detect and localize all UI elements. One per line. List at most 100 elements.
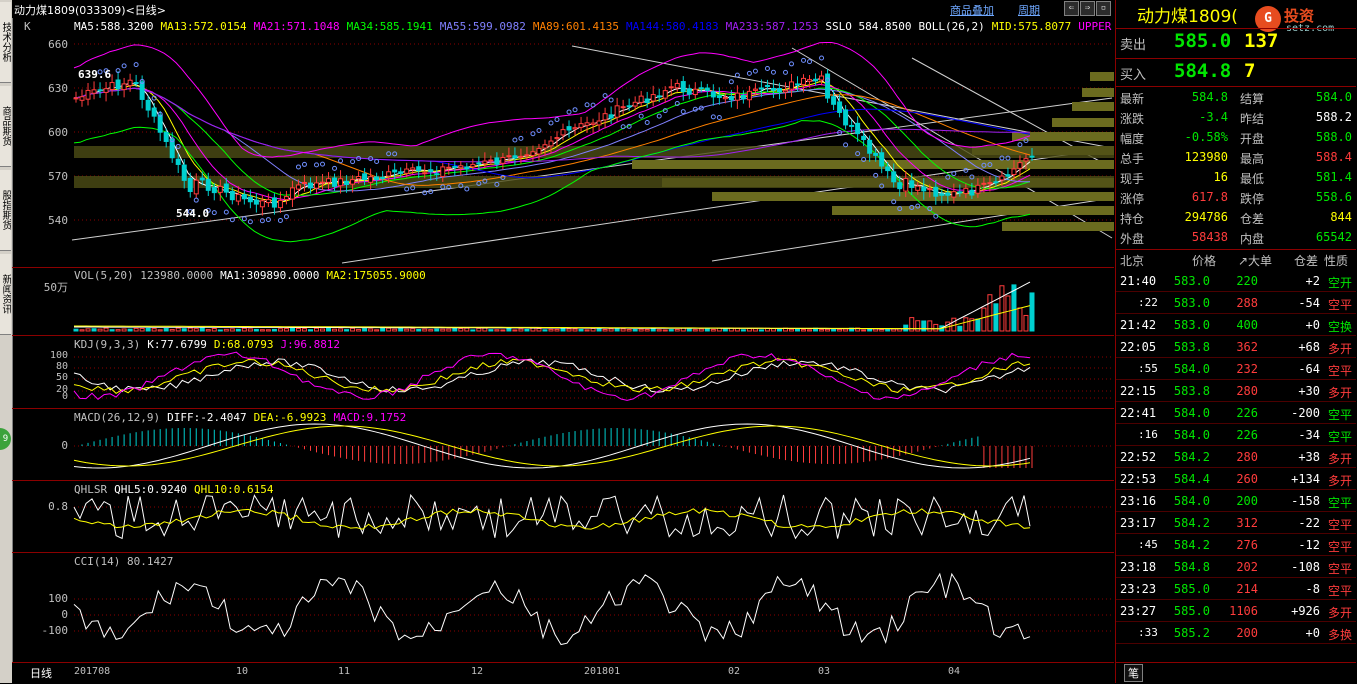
volume-bar [223, 328, 229, 332]
tick-nature: 空平 [1327, 518, 1352, 532]
left-tab-2[interactable]: 股指期货 [0, 170, 11, 251]
candle-body [344, 180, 350, 185]
volume-bar [572, 328, 578, 332]
volume-bar [73, 328, 79, 332]
volume-bar [518, 328, 524, 332]
sar-dot [716, 114, 722, 120]
nav-window-button[interactable]: ▫ [1096, 1, 1111, 16]
tick-row[interactable]: 21:40 583.0 220 +2 空开 [1116, 270, 1356, 292]
legend-item: MA89:601.4135 [532, 20, 619, 33]
candle-body [518, 155, 524, 158]
volume-bar [103, 327, 109, 332]
volume-bar [193, 328, 199, 332]
overlay-link[interactable]: 商品叠加 [950, 2, 994, 18]
tick-volume: 260 [1236, 472, 1258, 486]
candle-body [897, 182, 903, 190]
candle-body [422, 172, 428, 175]
volume-pane[interactable]: VOL(5,20) 123980.0000 MA1:309890.0000 MA2:… [12, 267, 1114, 336]
candle-body [362, 173, 368, 180]
candle-body [530, 151, 536, 156]
sar-dot [259, 218, 265, 224]
sar-dot [554, 117, 560, 123]
candle-body [217, 185, 223, 193]
left-tab-0[interactable]: 技术分析 [0, 2, 11, 83]
sar-dot [770, 69, 776, 75]
left-tab-1[interactable]: 商品期货 [0, 86, 11, 167]
tick-volume: 226 [1236, 428, 1258, 442]
stat-label: 幅度 [1120, 132, 1145, 146]
volume-bar [229, 328, 235, 332]
axis-mode-label[interactable]: 日线 [30, 665, 52, 681]
sar-dot [644, 120, 650, 126]
cci-pane[interactable]: CCI(14) 80.1427 100 0 -100 [12, 553, 1114, 661]
tick-nature: 空平 [1327, 298, 1352, 312]
stat-value: 844 [1330, 210, 1352, 224]
tick-tab[interactable]: 笔 [1124, 664, 1143, 682]
candle-body [115, 79, 121, 90]
left-tab-3[interactable]: 新闻资讯 [0, 254, 11, 335]
legend-item: CCI(14) 80.1427 [74, 555, 174, 568]
tick-row[interactable]: 23:18 584.8 202 -108 空平 [1116, 556, 1356, 578]
tick-oi-change: +0 [1305, 318, 1320, 332]
candle-body [482, 160, 488, 165]
x-tick: 10 [236, 666, 249, 677]
tick-row[interactable]: 21:42 583.0 400 +0 空换 [1116, 314, 1356, 336]
price-pane[interactable]: K MA5:588.3200 MA13:572.0154 MA21:571.1048… [12, 18, 1114, 268]
tick-row[interactable]: :45 584.2 276 -12 空平 [1116, 534, 1356, 556]
volume-bar [801, 329, 807, 332]
tick-row[interactable]: 22:05 583.8 362 +68 多开 [1116, 336, 1356, 358]
tick-row[interactable]: :33 585.2 200 +0 多换 [1116, 622, 1356, 644]
legend-item: MACD(26,12,9) [74, 411, 161, 424]
legend-item: VOL(5,20) 123980.0000 [74, 269, 214, 282]
kdj-pane[interactable]: KDJ(9,3,3) K:77.6799 D:68.0793 J:96.8812 10… [12, 336, 1114, 409]
tick-row[interactable]: :16 584.0 226 -34 空平 [1116, 424, 1356, 446]
tick-price: 585.0 [1173, 582, 1210, 596]
nav-prev-button[interactable]: ⇐ [1064, 1, 1079, 16]
qhlsr-pane[interactable]: QHLSR QHL5:0.9240 QHL10:0.6154 0.8 [12, 481, 1114, 553]
candle-body [963, 187, 969, 195]
tick-row[interactable]: 22:53 584.4 260 +134 多开 [1116, 468, 1356, 490]
candle-body [73, 97, 79, 100]
macd-pane[interactable]: MACD(26,12,9) DIFF:-2.4047 DEA:-6.9923 MACD… [12, 409, 1114, 481]
stat-label: 结算 [1240, 92, 1265, 106]
volume-bar [981, 307, 987, 332]
candle-body [620, 106, 626, 109]
tick-row[interactable]: 22:15 583.8 280 +30 多开 [1116, 380, 1356, 402]
tick-row[interactable]: 23:27 585.0 1106 +926 多开 [1116, 600, 1356, 622]
volume-bar [79, 329, 85, 332]
tick-time: 22:15 [1120, 384, 1157, 398]
tick-row[interactable]: 23:23 585.0 214 -8 空平 [1116, 578, 1356, 600]
x-tick: 12 [471, 666, 484, 677]
period-link[interactable]: 周期 [1018, 2, 1040, 18]
tick-row[interactable]: 23:17 584.2 312 -22 空平 [1116, 512, 1356, 534]
stat-row: 现手 16 最低 581.4 [1116, 168, 1356, 188]
candle-body [524, 154, 530, 157]
candle-body [289, 187, 295, 200]
candle-body [320, 181, 326, 184]
tick-price: 583.0 [1173, 318, 1210, 332]
stat-label: 昨结 [1240, 112, 1265, 126]
quote-title: 动力煤1809( [1137, 7, 1238, 27]
candle-body [133, 82, 139, 85]
volume-bar [987, 294, 993, 332]
tick-price: 583.0 [1173, 274, 1210, 288]
stat-label: 仓差 [1240, 212, 1265, 226]
tick-row[interactable]: :22 583.0 288 -54 空平 [1116, 292, 1356, 314]
tick-row[interactable]: 23:16 584.0 200 -158 空平 [1116, 490, 1356, 512]
candle-body [692, 88, 698, 96]
tick-row[interactable]: 22:41 584.0 226 -200 空平 [1116, 402, 1356, 424]
tick-row[interactable]: 22:52 584.2 280 +38 多开 [1116, 446, 1356, 468]
nav-next-button[interactable]: ⇒ [1080, 1, 1095, 16]
volume-bar [199, 327, 205, 332]
tick-header-volume: ↗大单 [1238, 254, 1273, 268]
legend-item: UPPER [1078, 20, 1112, 33]
cci-legend: CCI(14) 80.1427 [74, 555, 180, 568]
tick-row[interactable]: :55 584.0 232 -64 空平 [1116, 358, 1356, 380]
volume-bar [831, 329, 837, 332]
candle-body [193, 179, 199, 195]
tick-price: 584.0 [1173, 362, 1210, 376]
volume-bar [921, 320, 927, 332]
candle-body [584, 122, 590, 126]
volume-bar [1023, 314, 1029, 332]
sar-dot [819, 55, 825, 61]
